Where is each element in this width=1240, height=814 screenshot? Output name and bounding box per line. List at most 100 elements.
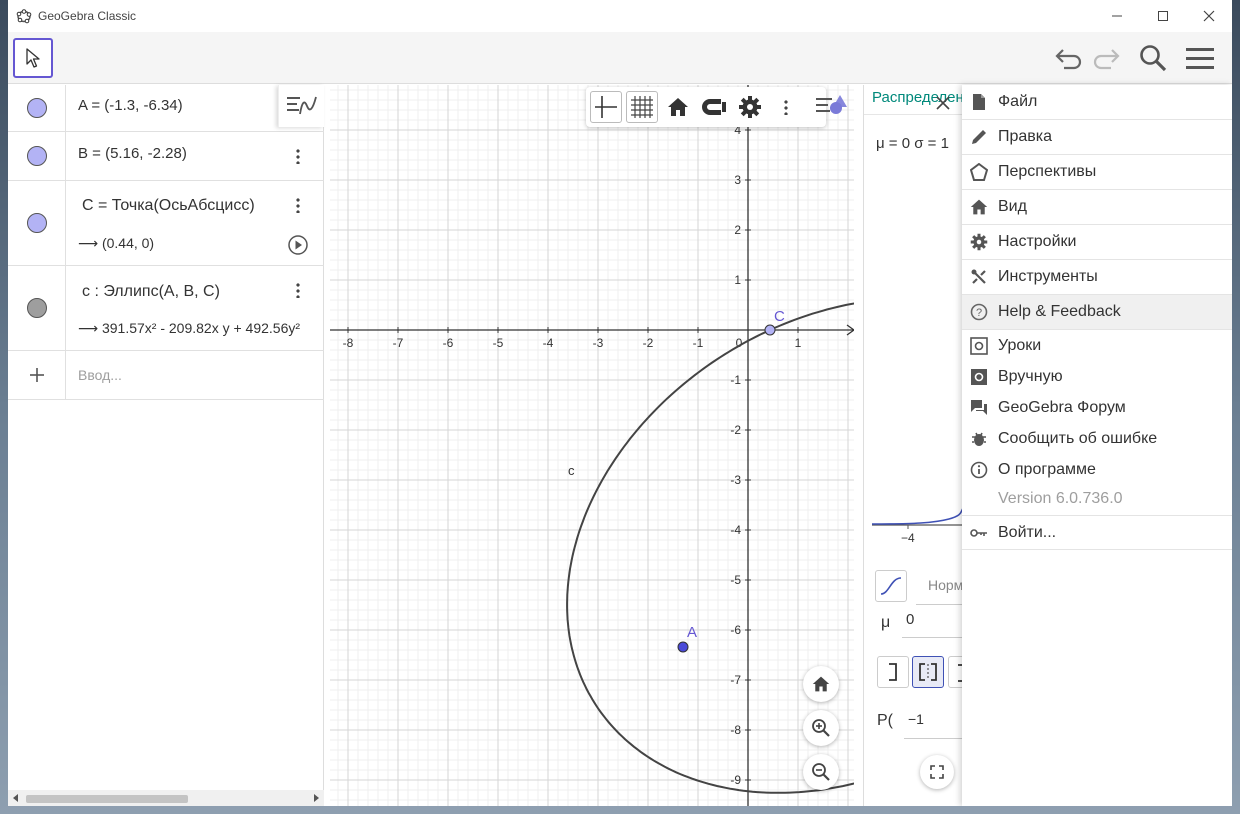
point-C[interactable] [764,324,776,336]
algebra-view: A = (-1.3, -6.34) B = (5.16, -2.28) C = … [8,85,324,806]
mu-input[interactable]: 0 [902,605,963,638]
menu-item-tutorials[interactable]: Уроки [962,330,1232,361]
menu-item-forum[interactable]: GeoGebra Форум [962,392,1232,423]
menu-label: Файл [998,93,1038,110]
probability-label: P( [877,712,893,729]
algebra-item-result: ⟶ 391.57x² - 209.82x y + 492.56y² [78,320,301,336]
algebra-item-text[interactable]: A = (-1.3, -6.34) [78,97,183,114]
x-tick-label: -4 [543,336,554,350]
y-tick-label: -1 [730,373,741,387]
search-icon [1140,45,1167,72]
algebra-item-c[interactable]: c : Эллипс(A, B, C) ⟶ 391.57x² - 209.82x… [8,266,324,351]
menu-item-settings[interactable]: Настройки [962,225,1232,260]
interval-bracket-icon [919,663,937,681]
algebra-horizontal-scrollbar[interactable] [8,790,324,806]
y-tick-label: -6 [730,623,741,637]
scroll-right-icon[interactable] [312,794,320,802]
window-title: GeoGebra Classic [38,9,137,23]
visibility-marble[interactable] [27,213,47,233]
item-more-button[interactable] [290,146,306,166]
minimize-button[interactable] [1094,0,1140,32]
algebra-input-field[interactable]: Ввод... [78,367,122,383]
visibility-marble[interactable] [27,98,47,118]
search-button[interactable] [1135,40,1171,76]
item-more-button[interactable] [290,280,306,300]
axis-tick-label: −4 [901,531,915,545]
perspectives-icon [970,163,988,181]
gear-icon [970,233,988,251]
menu-item-sign-in[interactable]: Войти... [962,515,1232,550]
menu-item-about[interactable]: О программе [962,454,1232,485]
toggle-grid-button[interactable] [626,91,658,123]
grid-icon [631,96,653,118]
algebra-item-text[interactable]: C = Точка(ОсьАбсцисс) [82,197,255,215]
cumulative-icon [880,577,902,595]
graphics-view[interactable]: -8 -7 -6 -5 -4 -3 -2 -1 0 1 4 3 2 1 -1 -2 -3 -4 -5 -6 -7 -8-… [330,85,854,806]
play-animation-button[interactable] [288,235,308,258]
point-C-label: C [774,308,785,325]
visibility-marble[interactable] [27,146,47,166]
algebra-item-text[interactable]: B = (5.16, -2.28) [78,145,187,162]
algebra-input-row[interactable]: Ввод... [8,351,324,400]
point-capturing-button[interactable] [698,91,730,123]
menu-item-view[interactable]: Вид [962,190,1232,225]
right-sided-button[interactable] [948,656,963,688]
standard-view-floating-button[interactable] [803,666,839,702]
cumulative-toggle-button[interactable] [875,570,907,602]
fullscreen-button[interactable] [920,755,954,789]
mu-input-value: 0 [906,611,915,628]
menu-item-tools[interactable]: Инструменты [962,260,1232,295]
x-tick-label: -2 [643,336,654,350]
close-view-icon[interactable] [936,96,950,110]
title-bar: GeoGebra Classic [8,0,1232,32]
undo-button[interactable] [1051,40,1087,76]
menu-item-help[interactable]: ? Help & Feedback [962,295,1232,330]
plus-icon[interactable] [29,367,45,383]
algebra-item-A[interactable]: A = (-1.3, -6.34) [8,85,324,132]
style-bar-toggle-icon [816,95,847,114]
menu-item-file[interactable]: Файл [962,85,1232,120]
y-tick-label: 2 [734,223,741,237]
graphics-settings-button[interactable] [734,91,766,123]
algebra-item-B[interactable]: B = (5.16, -2.28) [8,132,324,181]
algebra-item-C[interactable]: C = Точка(ОсьАбсцисс) ⟶ (0.44, 0) [8,181,324,266]
item-more-button[interactable] [290,195,306,215]
menu-item-edit[interactable]: Правка [962,120,1232,155]
menu-item-perspectives[interactable]: Перспективы [962,155,1232,190]
lower-bound-input[interactable]: −1 [904,703,963,739]
algebra-item-text[interactable]: c : Эллипс(A, B, C) [82,283,220,301]
undo-icon [1055,49,1082,70]
graphics-style-bar-toggle[interactable] [814,91,848,124]
visibility-toggle-cell [8,85,66,131]
redo-button[interactable] [1088,40,1124,76]
x-tick-label: -5 [493,336,504,350]
interval-button[interactable] [912,656,944,688]
algebra-style-button[interactable] [278,85,324,127]
standard-view-button[interactable] [662,91,694,123]
maximize-button[interactable] [1140,0,1186,32]
close-window-button[interactable] [1186,0,1232,32]
graphics-more-button[interactable] [770,91,802,123]
visibility-marble[interactable] [27,298,47,318]
zoom-out-button[interactable] [803,754,839,790]
y-tick-label: -3 [730,473,741,487]
y-tick-label: -4 [730,523,741,537]
home-icon [812,676,830,692]
y-tick-label: 1 [734,273,741,287]
point-A[interactable] [677,641,689,653]
menu-item-manual[interactable]: Вручную [962,361,1232,392]
toggle-axes-button[interactable] [590,91,622,123]
left-sided-button[interactable] [877,656,909,688]
main-menu-button[interactable] [1182,40,1218,76]
fullscreen-icon [930,765,944,779]
menu-label: О программе [998,460,1096,478]
zoom-in-button[interactable] [803,710,839,746]
scroll-left-icon[interactable] [12,794,20,802]
scrollbar-thumb[interactable] [26,795,188,803]
axes-icon [595,96,617,118]
menu-item-report-bug[interactable]: Сообщить об ошибке [962,423,1232,454]
move-tool-button[interactable] [13,38,53,78]
app-window: GeoGebra Classic A = (-1.3, -6.34) B = (… [8,0,1232,806]
graphics-canvas[interactable]: -8 -7 -6 -5 -4 -3 -2 -1 0 1 4321-1-2-3-4-5-6-7-8-… [330,85,854,806]
distribution-select[interactable]: Норм [916,567,963,605]
